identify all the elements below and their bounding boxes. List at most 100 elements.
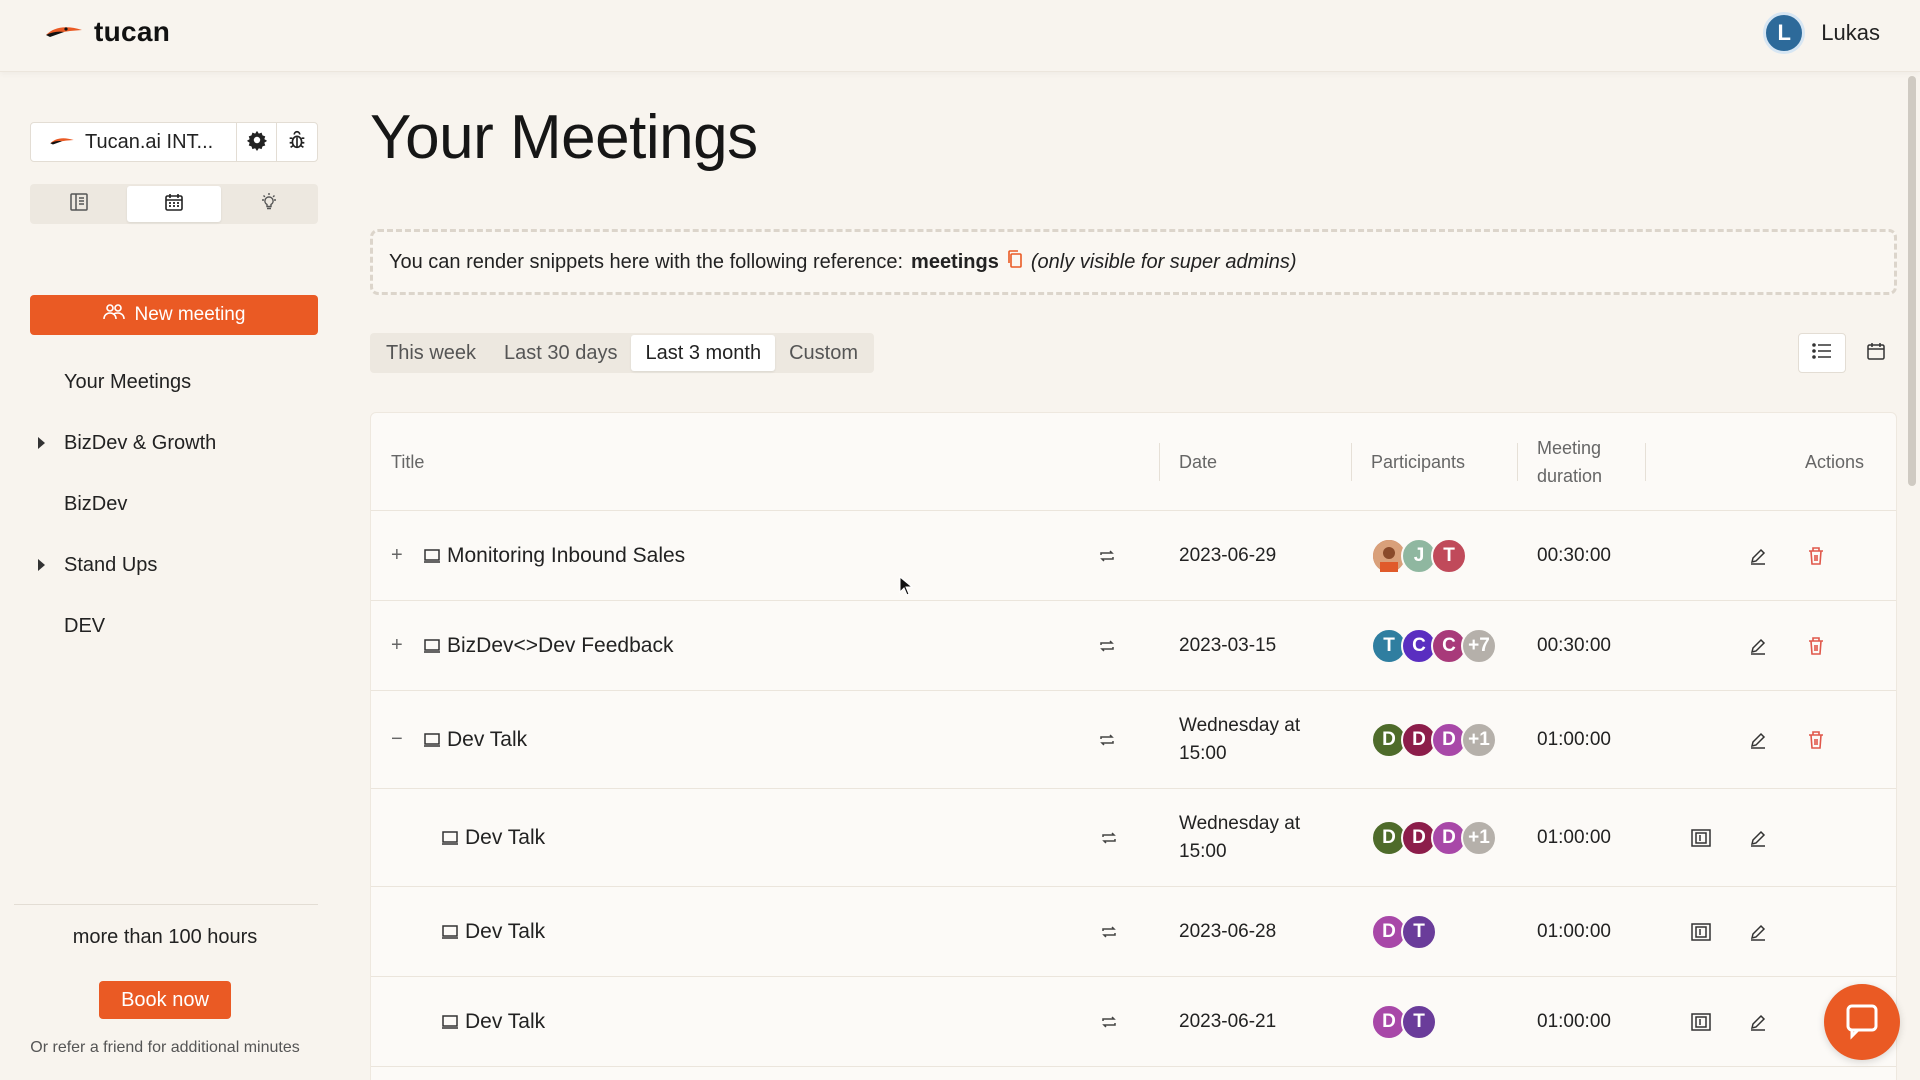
meeting-title[interactable]: Dev Talk — [465, 977, 545, 1066]
document-icon — [69, 192, 89, 217]
refer-text: Or refer a friend for additional minutes — [30, 1039, 300, 1056]
transcript-icon[interactable] — [1691, 887, 1711, 976]
edit-icon[interactable] — [1749, 887, 1767, 976]
participants: D T — [1371, 887, 1437, 976]
sidebar-item-your-meetings[interactable]: Your Meetings — [30, 352, 318, 413]
new-meeting-label: New meeting — [134, 304, 246, 325]
expand-toggle[interactable]: + — [391, 601, 403, 690]
mouse-cursor-icon — [899, 575, 914, 601]
settings-button[interactable] — [237, 123, 277, 161]
edit-icon[interactable] — [1749, 601, 1767, 690]
table-row[interactable]: + BizDev<>Dev Feedback 2023-03-15 T C C … — [371, 601, 1896, 691]
avatar-more[interactable]: +7 — [1461, 627, 1497, 664]
calendar-layout-button[interactable] — [1852, 333, 1900, 373]
snippet-text: You can render snippets here with the fo… — [389, 250, 904, 273]
edit-icon[interactable] — [1749, 691, 1767, 788]
column-divider — [1159, 443, 1160, 481]
brand-name: tucan — [94, 16, 171, 47]
lightbulb-icon — [259, 192, 279, 217]
meeting-title[interactable]: Monitoring Inbound Sales — [447, 511, 685, 600]
edit-icon[interactable] — [1749, 789, 1767, 886]
meeting-date: 2023-06-28 — [1179, 920, 1277, 942]
table-row[interactable]: + Monitoring Inbound Sales 2023-06-29 J … — [371, 511, 1896, 601]
sidebar: Tucan.ai INT... New meeting Your Meeting… — [0, 72, 340, 1080]
transcript-icon[interactable] — [1691, 789, 1711, 886]
sidebar-item-label: Stand Ups — [64, 554, 158, 576]
column-header-duration-line1: Meeting — [1537, 438, 1602, 458]
caret-right-icon[interactable] — [38, 559, 45, 571]
caret-right-icon[interactable] — [38, 437, 45, 449]
sidebar-item-dev[interactable]: DEV — [30, 596, 318, 657]
meeting-duration: 00:30:00 — [1537, 634, 1611, 656]
table-row[interactable]: − Dev Talk Wednesday at 15:00 D D D +1 0 — [371, 691, 1896, 789]
user-menu[interactable]: L Lukas — [1763, 12, 1880, 54]
snippet-note: (only visible for super admins) — [1030, 250, 1297, 273]
sidebar-item-label: BizDev & Growth — [64, 432, 217, 454]
expand-toggle[interactable]: + — [391, 511, 403, 600]
table-row[interactable]: Dev Talk Wednesday at 15:00 D D D +1 01:… — [371, 789, 1896, 887]
calendar-view-button[interactable] — [126, 186, 222, 222]
delete-icon[interactable] — [1807, 511, 1825, 600]
laptop-icon — [423, 601, 441, 690]
sidebar-item-stand-ups[interactable]: Stand Ups — [30, 535, 318, 596]
meeting-title[interactable]: Dev Talk — [465, 789, 545, 886]
meeting-date-line2: 15:00 — [1179, 742, 1227, 764]
sidebar-item-label: BizDev — [64, 493, 128, 515]
snippet-reference: meetings — [911, 250, 999, 273]
laptop-icon — [423, 691, 441, 788]
sidebar-item-bizdev[interactable]: BizDev — [30, 474, 318, 535]
recurring-icon — [1101, 789, 1117, 886]
meeting-title[interactable]: Dev Talk — [465, 887, 545, 976]
edit-icon[interactable] — [1749, 511, 1767, 600]
laptop-icon — [441, 789, 459, 886]
meetings-table: Title Date Participants Meeting duration… — [370, 412, 1897, 1080]
laptop-icon — [441, 977, 459, 1066]
meeting-title[interactable]: BizDev<>Dev Feedback — [447, 601, 673, 690]
filter-custom[interactable]: Custom — [775, 335, 872, 371]
filter-last-3-month[interactable]: Last 3 month — [631, 335, 776, 371]
avatar: T — [1431, 537, 1467, 574]
participants: D D D +1 — [1371, 789, 1497, 886]
delete-icon[interactable] — [1807, 601, 1825, 690]
filter-this-week[interactable]: This week — [372, 335, 490, 371]
chat-button[interactable] — [1824, 984, 1900, 1060]
participants: J T — [1371, 511, 1467, 600]
meeting-date: 2023-06-29 — [1179, 544, 1277, 566]
recurring-icon — [1101, 977, 1117, 1066]
meeting-title[interactable]: Dev Talk — [447, 691, 527, 788]
avatar-more[interactable]: +1 — [1461, 819, 1497, 856]
column-header-duration-line2: duration — [1537, 466, 1603, 486]
tucan-logo-icon — [49, 133, 75, 151]
filter-last-30-days[interactable]: Last 30 days — [490, 335, 631, 371]
column-divider — [1351, 443, 1352, 481]
new-meeting-button[interactable]: New meeting — [30, 295, 318, 335]
transcript-icon[interactable] — [1691, 977, 1711, 1066]
notes-view-button[interactable] — [32, 186, 127, 222]
laptop-icon — [441, 887, 459, 976]
table-row[interactable]: Dev Talk 2023-06-21 D T 01:00:00 — [371, 977, 1896, 1067]
list-icon — [1812, 342, 1832, 364]
workspace-dropdown[interactable]: Tucan.ai INT... — [31, 123, 237, 161]
avatar[interactable]: L — [1763, 12, 1806, 54]
sidebar-item-bizdev-growth[interactable]: BizDev & Growth — [30, 413, 318, 474]
snippet-banner: You can render snippets here with the fo… — [370, 229, 1897, 295]
meeting-duration: 01:00:00 — [1537, 920, 1611, 942]
debug-button[interactable] — [277, 123, 317, 161]
list-view-button[interactable] — [1798, 333, 1846, 373]
brand[interactable]: tucan — [44, 16, 170, 48]
copy-icon[interactable] — [1007, 250, 1023, 274]
meeting-date-line2: 15:00 — [1179, 840, 1227, 862]
delete-icon[interactable] — [1807, 691, 1825, 788]
scrollbar[interactable] — [1908, 76, 1916, 486]
collapse-toggle[interactable]: − — [391, 691, 403, 788]
calendar-icon — [164, 192, 184, 217]
avatar-more[interactable]: +1 — [1461, 721, 1497, 758]
book-now-button[interactable]: Book now — [99, 981, 231, 1019]
table-header: Title Date Participants Meeting duration… — [371, 413, 1896, 511]
edit-icon[interactable] — [1749, 977, 1767, 1066]
meeting-date: Wednesday at 15:00 — [1179, 789, 1300, 886]
table-row[interactable]: Dev Talk 2023-06-28 D T 01:00:00 — [371, 887, 1896, 977]
recurring-icon — [1099, 601, 1115, 690]
insights-view-button[interactable] — [221, 186, 316, 222]
meeting-duration: 01:00:00 — [1537, 1010, 1611, 1032]
